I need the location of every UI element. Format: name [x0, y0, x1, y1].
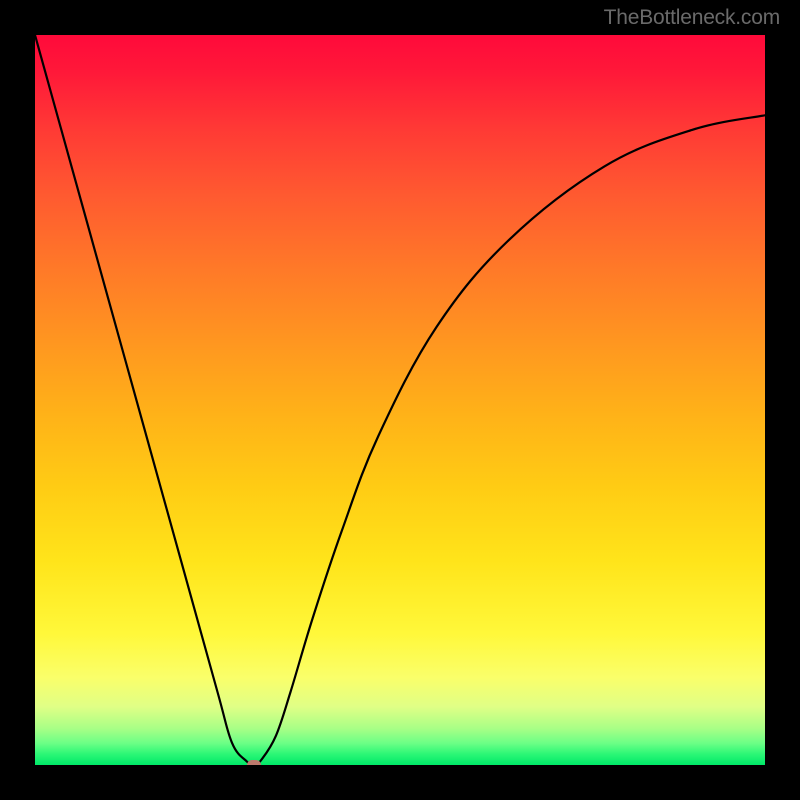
watermark-text: TheBottleneck.com — [604, 6, 780, 30]
plot-area — [35, 35, 765, 765]
bottleneck-curve — [35, 35, 765, 765]
minimum-marker — [247, 760, 261, 765]
curve-path — [35, 35, 765, 765]
chart-container: TheBottleneck.com — [0, 0, 800, 800]
